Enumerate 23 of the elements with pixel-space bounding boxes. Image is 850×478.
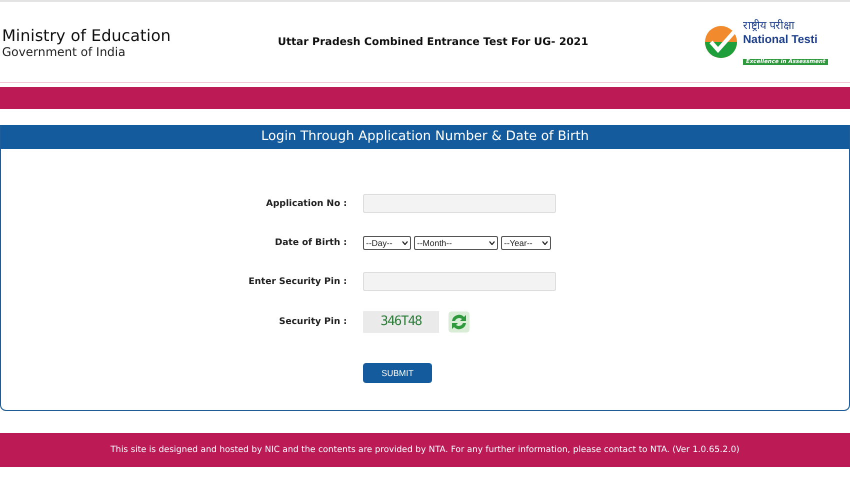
logo-name: National Testi xyxy=(743,32,819,48)
check-logo-icon xyxy=(704,25,738,59)
government-name: Government of India xyxy=(2,44,126,58)
chevron-icon xyxy=(489,240,495,244)
ministry-name: Ministry of Education xyxy=(2,26,172,44)
field-label: Enter Security Pin : xyxy=(247,276,347,286)
logo-hindi-text: राष्ट्रीय परीक्षा xyxy=(743,18,796,32)
dropdown[interactable]: --Month-- xyxy=(414,236,498,250)
field-label: Date of Birth : xyxy=(274,238,347,248)
dropdown[interactable]: --Year-- xyxy=(501,236,551,250)
exam-title: Uttar Pradesh Combined Entrance Test For UG- 2021 xyxy=(276,36,590,48)
field-label: Security Pin : xyxy=(278,317,347,327)
footer-text: This site is designed and hosted by NIC and the contents are provided by NTA. For any further information, please contact to NTA. (Ver 1.0.65.2.0) xyxy=(110,445,740,455)
submit-button[interactable]: SUBMIT xyxy=(363,363,432,383)
field-label: Application No : xyxy=(265,198,347,208)
chevron-icon xyxy=(402,240,408,244)
input-field[interactable] xyxy=(363,272,556,291)
input-field[interactable] xyxy=(363,194,556,213)
captcha-image: 346T48 xyxy=(363,311,439,333)
refresh-icon[interactable] xyxy=(448,311,470,333)
dropdown[interactable]: --Day-- xyxy=(363,236,411,250)
chevron-icon xyxy=(542,240,548,244)
panel-title: Login Through Application Number & Date of Birth xyxy=(1,125,849,149)
